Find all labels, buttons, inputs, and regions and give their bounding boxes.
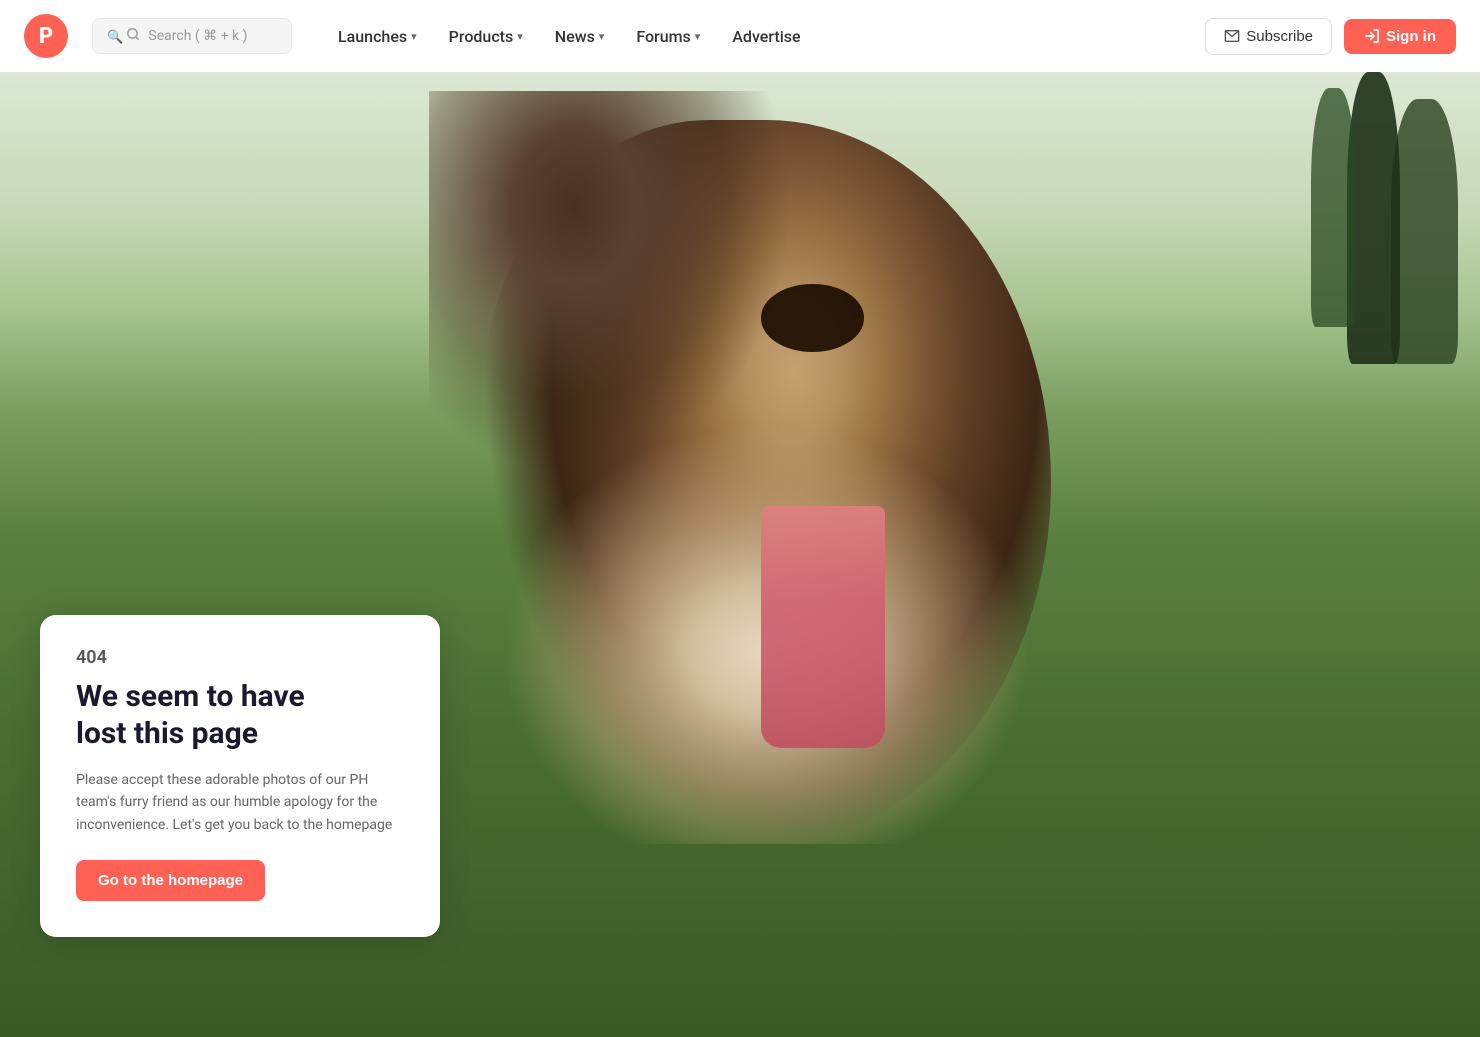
navbar: P Search ( ⌘ + k ) Launches ▾ Products ▾…	[0, 0, 1480, 72]
nav-label-news: News	[555, 27, 595, 46]
signin-button[interactable]: Sign in	[1344, 19, 1456, 54]
logo[interactable]: P	[24, 14, 68, 58]
subscribe-label: Subscribe	[1246, 28, 1313, 45]
logo-letter: P	[39, 24, 53, 49]
chevron-down-icon: ▾	[411, 30, 417, 43]
nav-links: Launches ▾ Products ▾ News ▾ Forums ▾ Ad…	[324, 19, 1189, 54]
chevron-down-icon: ▾	[599, 30, 605, 43]
error-title: We seem to have lost this page	[76, 678, 404, 753]
nav-label-advertise: Advertise	[732, 27, 800, 46]
trees	[1036, 72, 1480, 603]
signin-label: Sign in	[1386, 28, 1436, 45]
nav-right: Subscribe Sign in	[1205, 18, 1456, 55]
dog-nose	[761, 284, 865, 352]
search-bar[interactable]: Search ( ⌘ + k )	[92, 18, 292, 54]
dog-tongue	[761, 506, 885, 747]
nav-label-products: Products	[449, 27, 514, 46]
error-description: Please accept these adorable photos of o…	[76, 769, 404, 836]
signin-icon	[1364, 28, 1380, 44]
envelope-icon	[1224, 28, 1240, 44]
search-placeholder: Search ( ⌘ + k )	[148, 28, 247, 44]
nav-label-forums: Forums	[636, 27, 690, 46]
logo-mark[interactable]: P	[24, 14, 68, 58]
nav-item-launches[interactable]: Launches ▾	[324, 19, 431, 54]
dog-ear	[429, 91, 792, 477]
chevron-down-icon: ▾	[695, 30, 701, 43]
nav-item-products[interactable]: Products ▾	[435, 19, 537, 54]
go-to-homepage-button[interactable]: Go to the homepage	[76, 860, 265, 901]
subscribe-button[interactable]: Subscribe	[1205, 18, 1332, 55]
error-title-line1: We seem to have	[76, 679, 305, 714]
error-code: 404	[76, 647, 404, 668]
nav-item-advertise[interactable]: Advertise	[718, 19, 814, 54]
nav-item-news[interactable]: News ▾	[541, 19, 619, 54]
hero-section: 404 We seem to have lost this page Pleas…	[0, 72, 1480, 1037]
chevron-down-icon: ▾	[517, 30, 523, 43]
nav-item-forums[interactable]: Forums ▾	[622, 19, 714, 54]
nav-label-launches: Launches	[338, 27, 407, 46]
search-icon	[107, 27, 140, 45]
error-title-line2: lost this page	[76, 716, 258, 751]
error-card: 404 We seem to have lost this page Pleas…	[40, 615, 440, 937]
